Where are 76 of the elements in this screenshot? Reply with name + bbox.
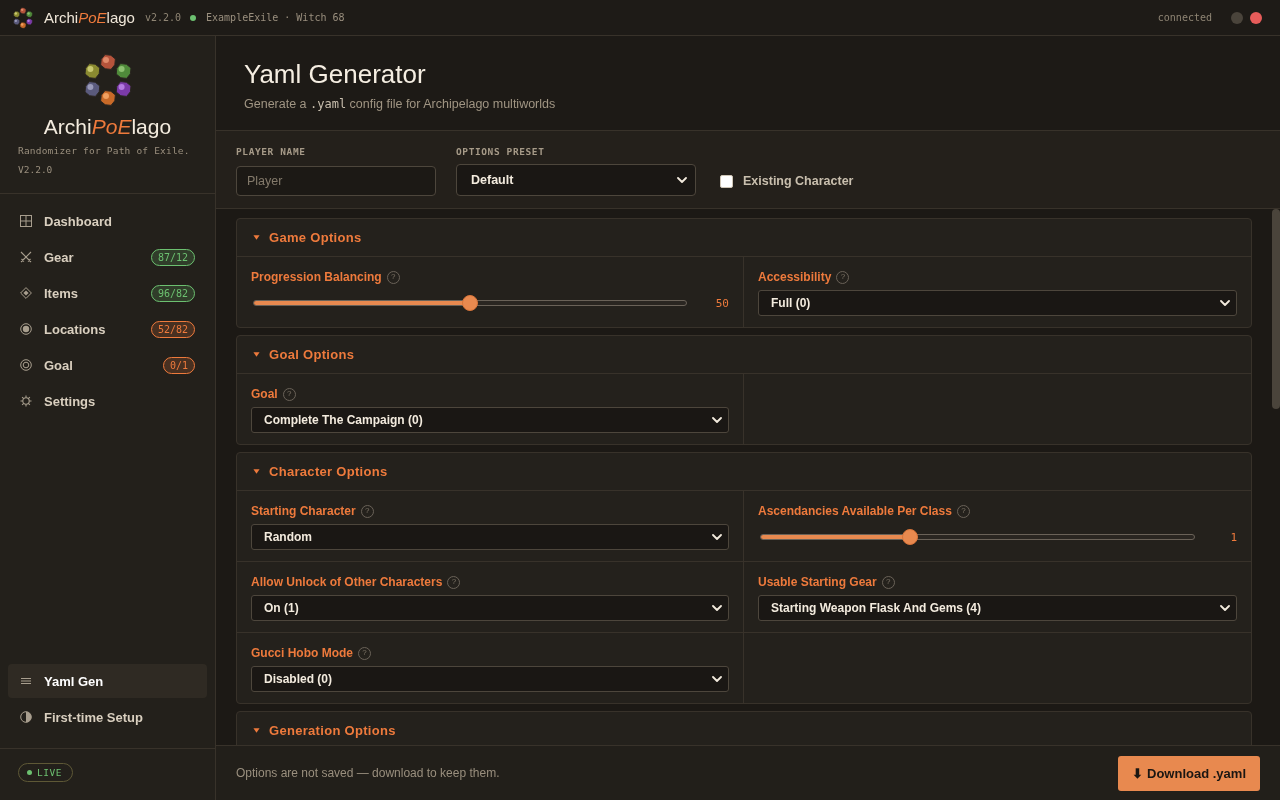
field-label: Progression Balancing — [251, 270, 382, 284]
diamond-icon — [20, 287, 32, 299]
app-title: ArchiPoElago — [43, 114, 172, 140]
dropdown-select[interactable]: Random — [251, 524, 729, 550]
nav-item[interactable]: Settings — [8, 384, 207, 418]
field-label: Ascendancies Available Per Class — [758, 504, 952, 518]
dropdown-select[interactable]: On (1) — [251, 595, 729, 621]
slider-value: 1 — [1229, 530, 1237, 544]
caret-down-icon[interactable] — [253, 727, 260, 734]
chevron-down-icon — [712, 534, 722, 540]
slider-thumb[interactable] — [902, 529, 919, 545]
player-name-input[interactable]: Player — [236, 166, 436, 196]
ring-icon — [20, 359, 32, 371]
version-label: v2.2.0 — [144, 12, 182, 23]
slider-thumb[interactable] — [462, 295, 478, 311]
field-label: Usable Starting Gear — [758, 575, 877, 589]
field-label: Goal — [251, 387, 278, 401]
caret-down-icon[interactable] — [253, 468, 260, 475]
count-badge: 96/82 — [150, 284, 195, 302]
field-label: Gucci Hobo Mode — [251, 646, 353, 660]
count-badge: 52/82 — [150, 320, 195, 338]
live-label: LIVE — [37, 767, 62, 778]
gem-logo-icon — [12, 6, 34, 29]
chevron-down-icon — [1220, 605, 1230, 611]
field-label: Allow Unlock of Other Characters — [251, 575, 443, 589]
app-tagline: Randomizer for Path of Exile. — [18, 145, 191, 156]
half-circle-icon — [20, 711, 32, 723]
version-label: V2.2.0 — [18, 164, 54, 175]
chevron-down-icon — [712, 676, 722, 682]
page-subtitle: Generate a .yaml config file for Archipelago multiworlds — [244, 96, 557, 112]
app-name: ArchiPoElago — [44, 9, 135, 26]
nav-item[interactable]: First-time Setup — [8, 700, 207, 734]
nav-item[interactable]: Yaml Gen — [8, 664, 207, 698]
count-badge: 0/1 — [162, 356, 195, 374]
section-title[interactable]: Character Options — [269, 464, 388, 479]
connection-status: connected — [1157, 12, 1212, 23]
player-info: ExampleExile · Witch 68 — [206, 12, 345, 23]
chevron-down-icon — [1220, 300, 1230, 306]
page-title: Yaml Generator — [244, 58, 427, 90]
section-title[interactable]: Goal Options — [269, 347, 355, 362]
caret-down-icon[interactable] — [253, 234, 260, 241]
download-button[interactable]: ⬇ Download .yaml — [1118, 755, 1260, 791]
checkbox[interactable] — [720, 174, 733, 188]
chevron-down-icon — [712, 605, 722, 611]
nav-item[interactable]: Goal 0/1 — [8, 348, 207, 382]
chevron-down-icon — [712, 417, 722, 423]
field-label: OPTIONS PRESET — [456, 146, 546, 158]
crossed-swords-icon — [20, 251, 32, 263]
nav-item[interactable]: Locations 52/82 — [8, 312, 207, 346]
chevron-down-icon — [677, 177, 687, 183]
caret-down-icon[interactable] — [253, 351, 260, 358]
section-title[interactable]: Game Options — [269, 230, 362, 245]
field-label: PLAYER NAME — [236, 146, 307, 158]
menu-icon — [20, 675, 32, 687]
settings-icon — [20, 395, 32, 407]
nav-item[interactable]: Items 96/82 — [8, 276, 207, 310]
slider-track[interactable] — [253, 295, 687, 311]
target-icon — [20, 323, 32, 335]
section-title[interactable]: Generation Options — [269, 723, 396, 738]
grid-icon — [20, 215, 32, 227]
field-label: Accessibility — [758, 270, 832, 284]
scrollbar-thumb[interactable] — [1272, 209, 1280, 409]
close-button[interactable] — [1250, 11, 1262, 24]
dropdown-select[interactable]: Disabled (0) — [251, 666, 729, 692]
checkbox-label: Existing Character — [743, 174, 854, 188]
field-label: Starting Character — [251, 504, 356, 518]
nav-item[interactable]: Dashboard — [8, 204, 207, 238]
slider-track[interactable] — [760, 529, 1195, 545]
nav-item[interactable]: Gear 87/12 — [8, 240, 207, 274]
preset-select[interactable]: Default — [456, 164, 696, 196]
slider-value: 50 — [714, 296, 729, 310]
dropdown-select[interactable]: Full (0) — [758, 290, 1237, 316]
count-badge: 87/12 — [150, 248, 195, 266]
footer-note: Options are not saved — download to keep them. — [236, 766, 501, 780]
dropdown-select[interactable]: Starting Weapon Flask And Gems (4) — [758, 595, 1237, 621]
dropdown-select[interactable]: Complete The Campaign (0) — [251, 407, 729, 433]
